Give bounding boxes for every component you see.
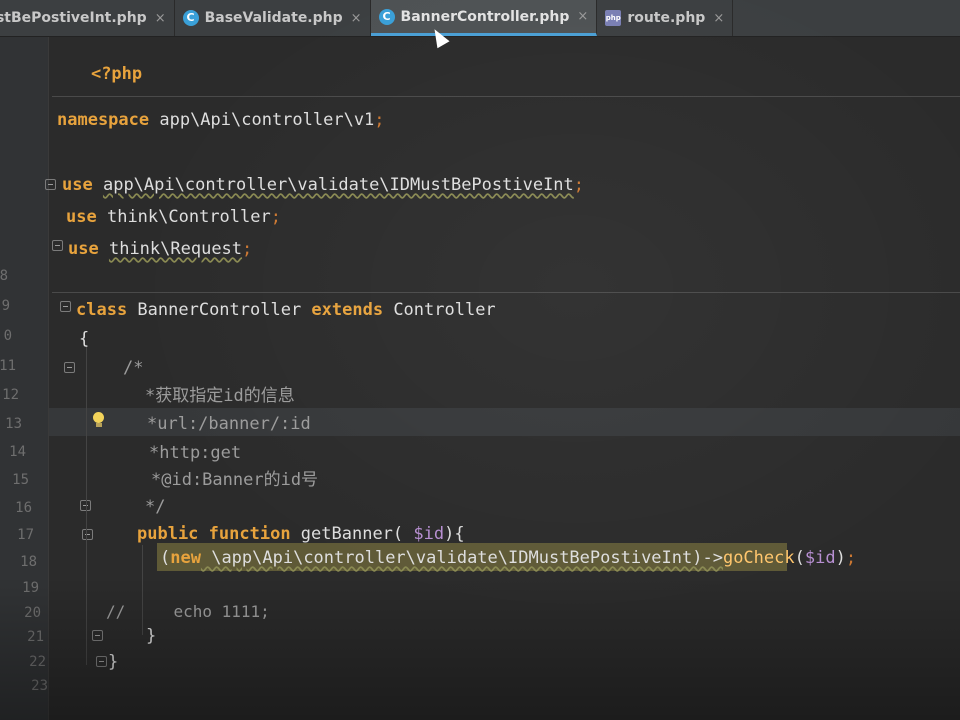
open-brace: { xyxy=(79,329,90,349)
comment: *url:/banner/:id xyxy=(147,414,311,434)
code-line: { xyxy=(79,327,89,351)
semicolon: ; xyxy=(374,110,385,130)
method-call: goCheck xyxy=(722,548,795,568)
php-open-tag: <?php xyxy=(90,64,143,84)
keyword: use xyxy=(62,175,93,195)
code-line: *http:get xyxy=(149,441,241,465)
keyword: function xyxy=(208,524,291,544)
keyword: class xyxy=(76,300,128,320)
code-line: } xyxy=(108,650,118,674)
semicolon: ; xyxy=(845,548,857,568)
code-line: (new \app\Api\controller\validate\IDMust… xyxy=(160,546,856,570)
code-line: use think\Controller; xyxy=(66,205,281,229)
keyword: new xyxy=(170,548,201,568)
import-path: app\Api\controller\validate\IDMustBePost… xyxy=(102,175,574,195)
code-line: // echo 1111; xyxy=(106,600,270,624)
import-path: think\Request xyxy=(108,239,243,259)
close-brace: } xyxy=(108,652,119,672)
keyword: use xyxy=(66,207,97,227)
code-line: class BannerController extends Controlle… xyxy=(76,298,496,322)
import-path: think\Controller xyxy=(106,207,271,227)
comment: *http:get xyxy=(149,443,242,463)
paren: ( xyxy=(794,548,805,568)
method-name: getBanner( xyxy=(290,524,414,544)
code-line: use app\Api\controller\validate\IDMustBe… xyxy=(62,173,584,197)
code-line: *获取指定id的信息 xyxy=(145,384,295,408)
method-open: ){ xyxy=(444,524,465,544)
code-line: */ xyxy=(145,495,165,519)
code-line: *url:/banner/:id xyxy=(147,412,311,436)
keyword: use xyxy=(68,239,99,259)
code-line: <?php xyxy=(50,38,142,110)
code-line: namespace app\Api\controller\v1; xyxy=(57,108,385,132)
keyword: extends xyxy=(311,300,384,320)
comment: *获取指定id的信息 xyxy=(145,386,295,406)
code-line: use think\Request; xyxy=(68,237,252,261)
class-name: BannerController xyxy=(127,300,312,320)
commented-code: echo 1111; xyxy=(173,602,270,621)
code-editor[interactable]: <?php namespace app\Api\controller\v1; u… xyxy=(0,0,960,720)
semicolon: ; xyxy=(573,175,585,195)
comment: /* xyxy=(123,358,144,378)
parameter: $id xyxy=(413,524,445,544)
comment: *@id:Banner的id号 xyxy=(151,470,319,490)
code-line: *@id:Banner的id号 xyxy=(151,468,318,492)
close-brace: } xyxy=(146,626,157,646)
keyword: namespace xyxy=(57,110,150,130)
semicolon: ; xyxy=(242,239,253,259)
paren: ( xyxy=(160,548,171,568)
keyword: public xyxy=(137,524,199,544)
paren: ) xyxy=(835,548,846,568)
semicolon: ; xyxy=(270,207,281,227)
parent-class: Controller xyxy=(383,300,496,320)
code-line: } xyxy=(146,624,156,648)
argument: $id xyxy=(804,548,836,568)
namespace-path: app\Api\controller\v1 xyxy=(149,110,375,130)
code-line: /* xyxy=(123,356,143,380)
comment: */ xyxy=(145,497,166,517)
code-line: public function getBanner( $id){ xyxy=(137,522,465,546)
class-reference: \app\Api\controller\validate\IDMustBePos… xyxy=(200,548,723,568)
comment-marker: // xyxy=(106,602,126,621)
